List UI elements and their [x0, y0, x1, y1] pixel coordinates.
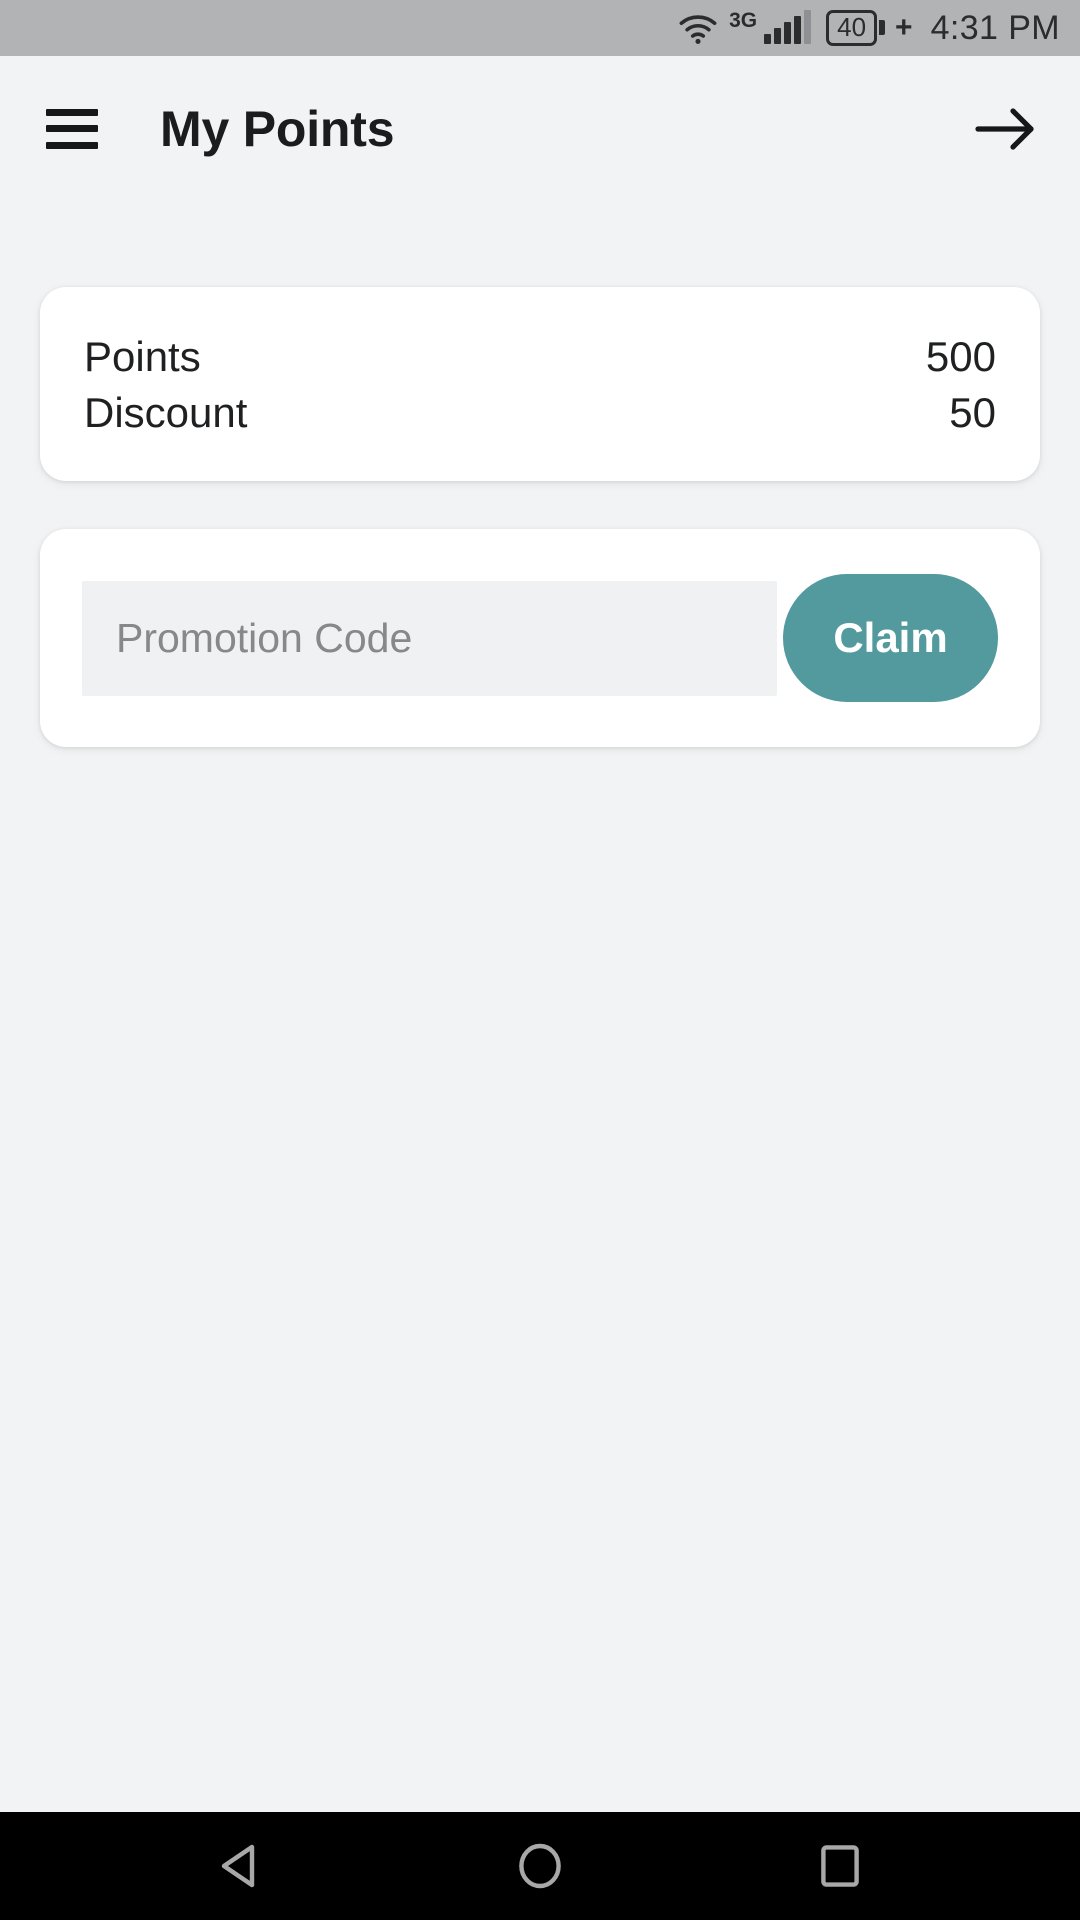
page-title: My Points [160, 100, 395, 157]
battery-level-label: 40 [826, 9, 878, 47]
status-bar: 3G 40 + 4:31 PM [0, 0, 1080, 56]
main-content: Points 500 Discount 50 Claim [0, 201, 1080, 1812]
discount-label: Discount [84, 389, 248, 436]
hamburger-menu-icon[interactable] [46, 108, 98, 149]
charging-indicator: + [895, 11, 913, 44]
promotion-code-input[interactable] [82, 580, 777, 696]
points-row: Points 500 [84, 333, 996, 381]
hamburger-line [46, 125, 98, 132]
android-navigation-bar [0, 1812, 1080, 1920]
triangle-back-icon[interactable] [180, 1812, 300, 1920]
wifi-icon [676, 11, 720, 45]
app-header: My Points [0, 56, 1080, 201]
square-recents-icon[interactable] [780, 1812, 900, 1920]
claim-button[interactable]: Claim [783, 574, 998, 702]
battery-tip [879, 20, 886, 36]
points-label: Points [84, 333, 201, 380]
discount-value: 50 [949, 389, 996, 436]
hamburger-line [46, 141, 98, 149]
points-value: 500 [925, 333, 996, 380]
promotion-code-card: Claim [40, 529, 1040, 747]
phone-screen: 3G 40 + 4:31 PM My Points Points 500 Dis… [0, 0, 1080, 1920]
hamburger-line [46, 108, 98, 116]
points-summary-card: Points 500 Discount 50 [40, 287, 1040, 481]
network-type-label: 3G [729, 9, 758, 32]
status-bar-clock: 4:31 PM [930, 8, 1060, 47]
arrow-right-icon[interactable] [974, 97, 1038, 161]
discount-row: Discount 50 [84, 389, 996, 437]
battery-icon: 40 [826, 9, 886, 47]
circle-home-icon[interactable] [480, 1812, 600, 1920]
cellular-signal-icon [764, 10, 812, 44]
